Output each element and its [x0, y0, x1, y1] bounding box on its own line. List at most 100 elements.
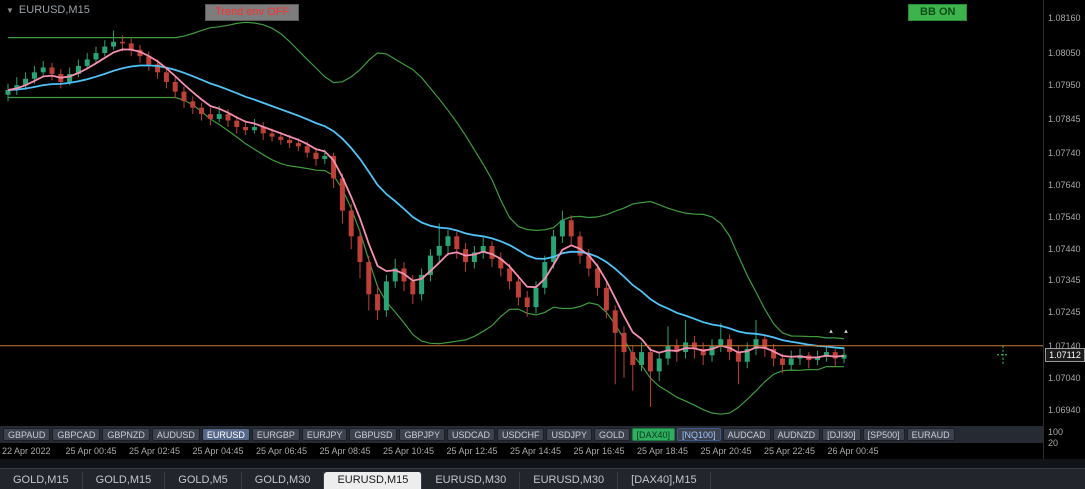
chart-cursor-marker: [997, 345, 1009, 364]
symbol-button-NQ100[interactable]: [NQ100]: [677, 428, 721, 441]
chart-tab-EURUSD,M15[interactable]: EURUSD,M15: [324, 472, 423, 489]
symbol-button-GBPNZD[interactable]: GBPNZD: [102, 428, 150, 441]
symbol-button-EURJPY[interactable]: EURJPY: [301, 428, 348, 441]
price-tick-label: 1.07950: [1048, 80, 1081, 91]
time-tick-label: 25 Apr 00:45: [65, 446, 117, 456]
candle-body: [163, 72, 169, 82]
candle-body: [366, 262, 372, 295]
candle-body: [647, 352, 653, 372]
candle-body: [621, 332, 627, 353]
candle-body: [551, 236, 557, 262]
price-tick-label: 1.07040: [1048, 372, 1081, 383]
candle-body: [348, 210, 354, 237]
candle-body: [93, 53, 99, 60]
candle-body: [207, 114, 213, 119]
candle-body: [639, 352, 645, 365]
candle-body: [524, 297, 530, 307]
candle-body: [313, 152, 319, 160]
symbol-button-EURUSD[interactable]: EURUSD: [201, 428, 250, 441]
chart-tab-EURUSD,M30[interactable]: EURUSD,M30: [520, 472, 619, 489]
time-tick-label: 25 Apr 18:45: [637, 446, 689, 456]
chart-tab-[DAX40],M15[interactable]: [DAX40],M15: [618, 472, 711, 489]
symbol-button-AUDUSD[interactable]: AUDUSD: [151, 428, 200, 441]
candle-body: [375, 294, 381, 311]
candle-body: [287, 139, 293, 144]
time-tick-label: 25 Apr 14:45: [510, 446, 562, 456]
price-tick-label: 1.07440: [1048, 244, 1081, 255]
candle-body: [172, 82, 178, 92]
symbol-button-EURAUD[interactable]: EURAUD: [906, 428, 955, 441]
candle-body: [436, 246, 442, 256]
price-tick-label: 1.07245: [1048, 306, 1081, 317]
chart-tab-GOLD,M15[interactable]: GOLD,M15: [83, 472, 166, 489]
chart-tab-bar: GOLD,M15 GOLD,M15 GOLD,M5 GOLD,M30 EURUSD,M1…: [0, 468, 1085, 489]
symbol-button-DAX40[interactable]: [DAX40]: [631, 428, 676, 441]
candle-body: [656, 358, 662, 372]
symbol-button-AUDCAD[interactable]: AUDCAD: [722, 428, 771, 441]
candle-body: [269, 133, 275, 137]
time-tick-label: 25 Apr 06:45: [256, 446, 308, 456]
price-tick-label: 1.06940: [1048, 404, 1081, 415]
symbol-button-GBPCAD[interactable]: GBPCAD: [52, 428, 101, 441]
candle-body: [735, 352, 741, 362]
bottom-divider: [0, 459, 1085, 468]
candle-body: [568, 220, 574, 237]
candle-body: [612, 310, 618, 333]
trend-env-toggle-button[interactable]: Trend env OFF: [205, 4, 300, 21]
candle-body: [322, 155, 328, 160]
symbol-button-SP500[interactable]: [SP500]: [862, 428, 905, 441]
symbol-button-GOLD[interactable]: GOLD: [594, 428, 630, 441]
time-tick-label: 25 Apr 22:45: [764, 446, 816, 456]
chart-tab-GOLD,M30[interactable]: GOLD,M30: [242, 472, 325, 489]
chart-area[interactable]: ▴ ▴ ▼ EURUSD,M15 Trend env OFF BB ON: [0, 0, 1043, 426]
candle-body: [40, 67, 46, 73]
chart-tab-EURUSD,M30[interactable]: EURUSD,M30: [422, 472, 521, 489]
chart-tab-GOLD,M15[interactable]: GOLD,M15: [0, 472, 83, 489]
candle-body: [454, 236, 460, 250]
symbol-button-DJI30[interactable]: [DJI30]: [822, 428, 861, 441]
candle-body: [383, 281, 389, 311]
candle-body: [357, 236, 363, 262]
slow-ma-line: [7, 64, 845, 350]
candle-body: [234, 120, 240, 127]
price-tick-label: 1.07740: [1048, 147, 1081, 158]
symbol-button-USDCHF[interactable]: USDCHF: [496, 428, 545, 441]
time-tick-label: 25 Apr 02:45: [129, 446, 181, 456]
candle-body: [603, 287, 609, 311]
signal-marker-icon: ▴: [829, 328, 833, 335]
symbol-button-GBPUSD[interactable]: GBPUSD: [349, 428, 398, 441]
time-tick-label: 25 Apr 12:45: [446, 446, 498, 456]
candle-body: [410, 281, 416, 295]
chart-symbol-title: ▼ EURUSD,M15: [6, 4, 90, 16]
time-tick-label: 22 Apr 2022: [2, 446, 51, 456]
symbol-button-GBPAUD[interactable]: GBPAUD: [3, 428, 51, 441]
candle-body: [199, 107, 205, 115]
candle-body: [515, 281, 521, 298]
chart-tab-GOLD,M5[interactable]: GOLD,M5: [165, 472, 242, 489]
signal-marker-icon: ▴: [844, 328, 848, 335]
chevron-down-icon[interactable]: ▼: [6, 6, 14, 15]
candle-body: [181, 91, 187, 102]
time-axis[interactable]: 22 Apr 2022 25 Apr 00:45 25 Apr 02:45 25 Ap…: [0, 443, 1043, 459]
candle-body: [665, 345, 671, 359]
candle-body: [832, 352, 838, 359]
symbol-button-EURGBP[interactable]: EURGBP: [251, 428, 300, 441]
candle-body: [507, 268, 513, 282]
symbol-button-USDCAD[interactable]: USDCAD: [446, 428, 495, 441]
symbol-button-GBPJPY[interactable]: GBPJPY: [399, 428, 445, 441]
candle-body: [102, 46, 108, 53]
time-tick-label: 25 Apr 04:45: [192, 446, 244, 456]
candlestick-chart[interactable]: ▴ ▴: [0, 0, 1043, 426]
mt4-chart-window: ▴ ▴ ▼ EURUSD,M15 Trend env OFF BB ON 1.07…: [0, 0, 1085, 489]
candle-body: [533, 287, 539, 308]
price-tick-label: 1.07845: [1048, 113, 1081, 124]
candle-body: [339, 178, 345, 211]
price-axis[interactable]: 1.07112 1.08160 1.08050 1.07950 1.07845 1.07…: [1043, 0, 1085, 459]
symbol-button-USDJPY[interactable]: USDJPY: [546, 428, 592, 441]
price-tick-label: 1.07540: [1048, 212, 1081, 223]
bb-toggle-button[interactable]: BB ON: [908, 4, 968, 21]
candle-body: [119, 41, 125, 44]
symbol-button-AUDNZD[interactable]: AUDNZD: [772, 428, 821, 441]
candle-body: [216, 114, 222, 119]
candle-body: [31, 72, 37, 79]
